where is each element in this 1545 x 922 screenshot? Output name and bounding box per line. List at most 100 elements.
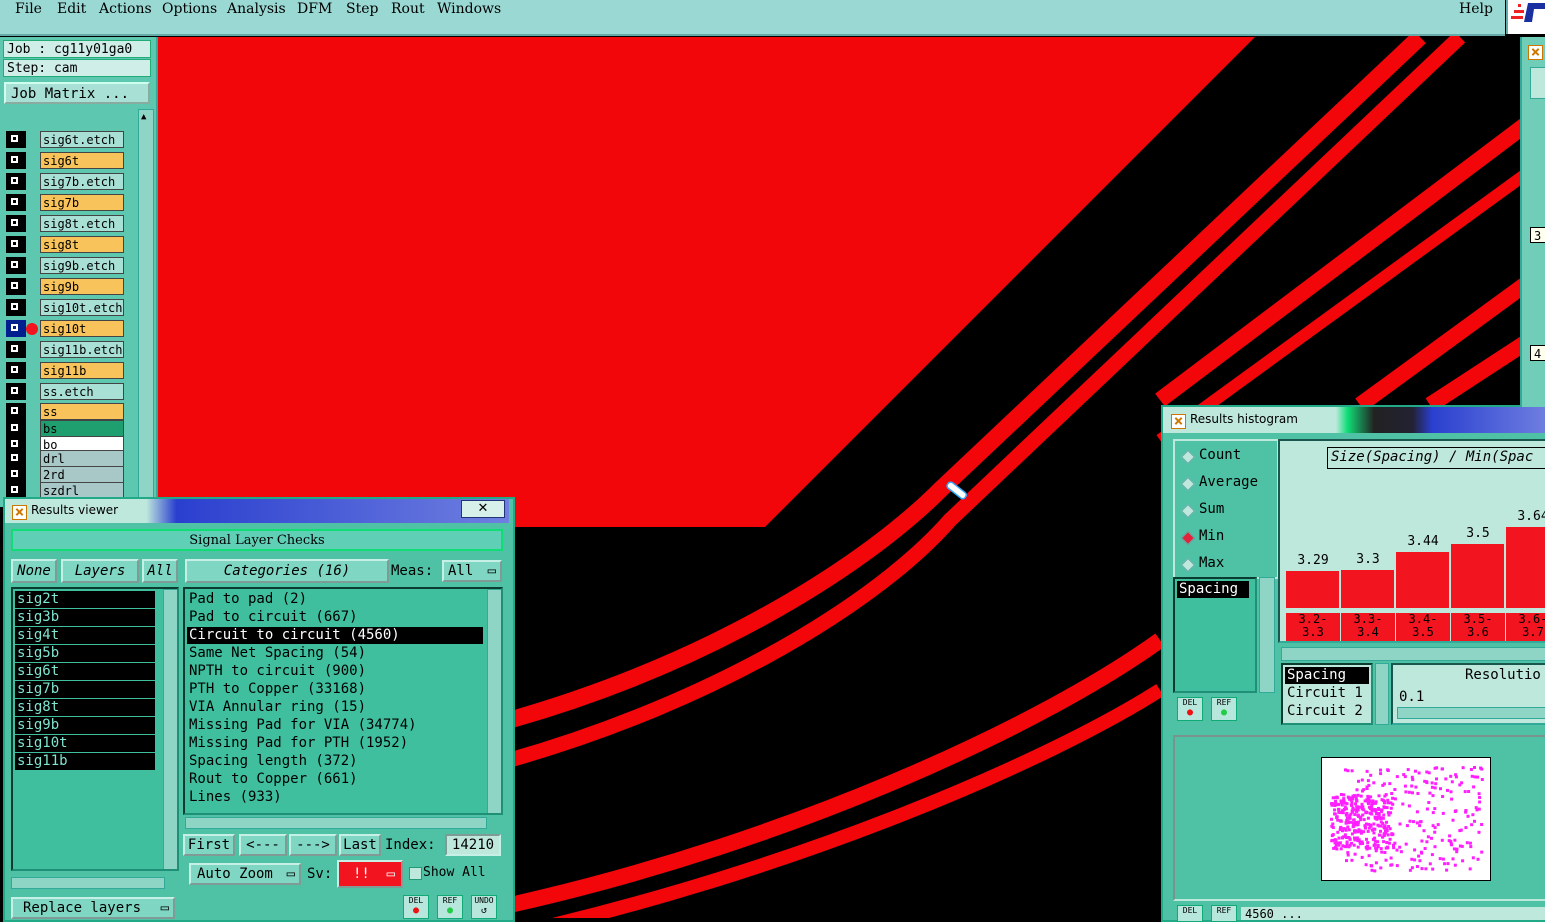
histogram-bar[interactable]	[1341, 570, 1394, 608]
menu-help[interactable]: Help	[1459, 1, 1493, 17]
layers-button[interactable]: Layers	[61, 559, 139, 583]
sort-item[interactable]: Spacing	[1285, 667, 1369, 684]
none-button[interactable]: None	[11, 559, 57, 583]
category-item[interactable]: Same Net Spacing (54)	[187, 645, 483, 662]
layer-row[interactable]: sig6t.etch	[6, 131, 124, 148]
sort-item[interactable]: Circuit 2	[1285, 703, 1369, 720]
result-layer-item[interactable]: sig3b	[15, 609, 155, 626]
last-button[interactable]: Last	[339, 834, 381, 856]
histogram-bar[interactable]	[1286, 571, 1339, 608]
layer-result-list[interactable]: sig2t sig3b sig4t sig5b sig6t sig7b sig8t sig9b…	[11, 587, 179, 871]
sort-list[interactable]: Spacing Circuit 1 Circuit 2	[1281, 663, 1373, 725]
index-input[interactable]: 14210	[445, 834, 501, 856]
layer-row[interactable]: sig7b	[6, 194, 124, 211]
metric-scrollbar[interactable]	[1259, 577, 1275, 693]
category-item[interactable]: Missing Pad for VIA (34774)	[187, 717, 483, 734]
layer-toggle-checkbox[interactable]	[6, 420, 26, 437]
category-item[interactable]: Spacing length (372)	[187, 753, 483, 770]
all-button[interactable]: All	[142, 559, 178, 583]
result-layer-item[interactable]: sig5b	[15, 645, 155, 662]
layer-row[interactable]: sig11b.etch	[6, 341, 124, 358]
category-scrollbar[interactable]	[487, 589, 501, 813]
result-layer-item[interactable]: sig9b	[15, 717, 155, 734]
resolution-slider[interactable]	[1397, 707, 1545, 719]
replace-layers-select[interactable]: Replace layers ▭	[11, 897, 175, 919]
del-button[interactable]: DEL ●	[1177, 697, 1203, 721]
result-layer-item[interactable]: sig10t	[15, 735, 155, 752]
layer-hscrollbar[interactable]	[11, 877, 165, 889]
layer-row[interactable]: drl	[6, 450, 124, 467]
menu-step[interactable]: Step	[346, 1, 378, 17]
layer-toggle-checkbox[interactable]	[6, 362, 26, 379]
layer-row[interactable]: ss.etch	[6, 383, 124, 400]
next-button[interactable]: --->	[289, 834, 337, 856]
ref-button[interactable]: REF ●	[1211, 697, 1237, 721]
categories-button[interactable]: Categories (16)	[185, 559, 389, 583]
del-button[interactable]: DEL ●	[403, 895, 429, 919]
layer-row[interactable]: sig11b	[6, 362, 124, 379]
metric-list[interactable]: Spacing	[1173, 577, 1257, 693]
layer-row[interactable]: sig9b.etch	[6, 257, 124, 274]
histogram-bar[interactable]	[1506, 527, 1545, 608]
layer-toggle-checkbox[interactable]	[6, 215, 26, 232]
bottom-ref-button[interactable]: REF	[1211, 905, 1237, 922]
layer-row[interactable]: ss	[6, 403, 124, 420]
layer-row[interactable]: sig7b.etch	[6, 173, 124, 190]
result-layer-item[interactable]: sig7b	[15, 681, 155, 698]
toolbar-button[interactable]	[1530, 67, 1545, 99]
layer-toggle-checkbox[interactable]	[6, 152, 26, 169]
layer-row[interactable]: sig8t	[6, 236, 124, 253]
layer-row[interactable]: sig10t.etch	[6, 299, 124, 316]
layer-toggle-checkbox[interactable]	[6, 278, 26, 295]
layer-toggle-checkbox[interactable]	[6, 236, 26, 253]
category-item[interactable]: Missing Pad for PTH (1952)	[187, 735, 483, 752]
menu-analysis[interactable]: Analysis	[227, 1, 286, 17]
category-item[interactable]: NPTH to circuit (900)	[187, 663, 483, 680]
layer-toggle-checkbox[interactable]	[6, 299, 26, 316]
layer-scrollbar[interactable]: ▲	[138, 109, 154, 509]
category-hscrollbar[interactable]	[185, 817, 487, 829]
mode-radio-count[interactable]: Count	[1180, 447, 1241, 465]
result-layer-item[interactable]: sig11b	[15, 753, 155, 770]
histogram-bar[interactable]	[1451, 544, 1504, 608]
layer-row[interactable]: sig6t	[6, 152, 124, 169]
layer-row[interactable]: bs	[6, 420, 124, 437]
menu-options[interactable]: Options	[162, 1, 217, 17]
category-item[interactable]: Pad to circuit (667)	[187, 609, 483, 626]
layer-toggle-checkbox[interactable]	[6, 466, 26, 483]
layer-row[interactable]: sig10t	[6, 320, 124, 337]
severity-select[interactable]: !! ▭	[337, 860, 403, 888]
result-layer-item[interactable]: sig2t	[15, 591, 155, 608]
mode-radio-sum[interactable]: Sum	[1180, 501, 1224, 519]
metric-item[interactable]: Spacing	[1177, 581, 1249, 598]
category-item[interactable]: Circuit to circuit (4560)	[187, 627, 483, 644]
category-item[interactable]: Lines (933)	[187, 789, 483, 806]
result-layer-item[interactable]: sig4t	[15, 627, 155, 644]
histogram-bar[interactable]	[1396, 552, 1449, 608]
bottom-del-button[interactable]: DEL	[1177, 905, 1203, 922]
layer-toggle-checkbox[interactable]	[6, 257, 26, 274]
layer-result-scrollbar[interactable]	[163, 589, 177, 869]
distribution-map[interactable]	[1321, 757, 1491, 881]
category-list[interactable]: Pad to pad (2) Pad to circuit (667) Circui…	[183, 587, 503, 815]
menu-windows[interactable]: Windows	[437, 1, 501, 17]
menu-rout[interactable]: Rout	[391, 1, 425, 17]
mode-radio-average[interactable]: Average	[1180, 474, 1258, 492]
category-item[interactable]: Rout to Copper (661)	[187, 771, 483, 788]
menu-edit[interactable]: Edit	[57, 1, 86, 17]
prev-button[interactable]: <---	[239, 834, 287, 856]
category-item[interactable]: PTH to Copper (33168)	[187, 681, 483, 698]
layer-toggle-checkbox[interactable]	[6, 341, 26, 358]
job-matrix-button[interactable]: Job Matrix ...	[4, 82, 150, 104]
menu-actions[interactable]: Actions	[99, 1, 152, 17]
layer-row[interactable]: sig9b	[6, 278, 124, 295]
layer-toggle-checkbox[interactable]	[6, 383, 26, 400]
layer-row[interactable]: sig8t.etch	[6, 215, 124, 232]
mode-radio-max[interactable]: Max	[1180, 555, 1224, 573]
mode-radio-min[interactable]: Min	[1180, 528, 1224, 546]
meas-select[interactable]: All ▭	[442, 560, 502, 582]
layer-toggle-checkbox[interactable]	[6, 403, 26, 420]
first-button[interactable]: First	[183, 834, 235, 856]
layer-toggle-checkbox[interactable]	[6, 131, 26, 148]
histogram-hscrollbar[interactable]	[1281, 647, 1545, 661]
